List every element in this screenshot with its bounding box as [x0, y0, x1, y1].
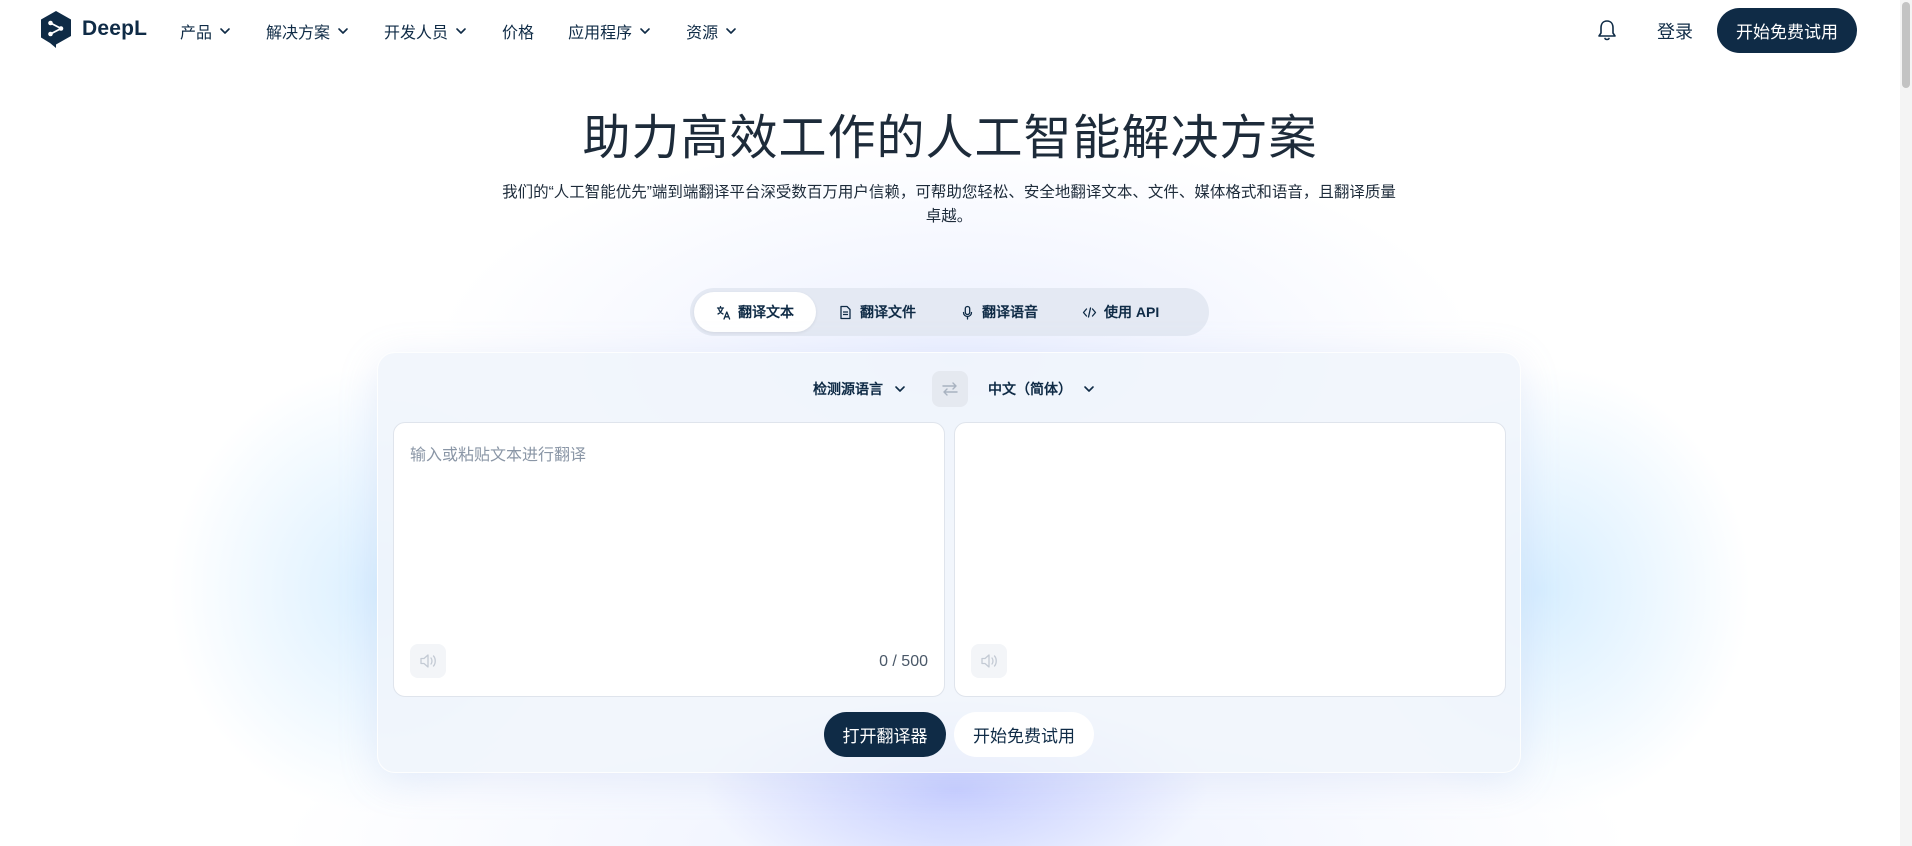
- page-scrollbar[interactable]: [1900, 0, 1912, 846]
- top-navigation: DeepL 产品 解决方案 开发人员 价格 应用程序 资源 登录 开始免费试用: [0, 0, 1900, 62]
- chevron-down-icon: [338, 28, 348, 34]
- character-counter: 0 / 500: [879, 653, 928, 670]
- logo-wordmark: DeepL: [82, 17, 148, 40]
- tab-label: 翻译语音: [982, 304, 1038, 320]
- microphone-icon: [962, 305, 973, 320]
- listen-target-button[interactable]: [971, 644, 1007, 678]
- speaker-icon: [420, 654, 436, 668]
- code-icon: [1082, 306, 1097, 318]
- source-language-label: 检测源语言: [813, 381, 883, 397]
- target-language-select[interactable]: 中文（简体）: [988, 379, 1096, 399]
- start-free-trial-button[interactable]: 开始免费试用: [1717, 8, 1857, 53]
- source-language-select[interactable]: 检测源语言: [813, 379, 907, 399]
- tab-label: 翻译文件: [860, 304, 916, 320]
- nav-item-label: 价格: [502, 25, 535, 42]
- chevron-down-icon: [895, 386, 905, 392]
- deepl-logo-icon: [41, 11, 71, 48]
- nav-item-label: 开发人员: [384, 25, 449, 42]
- page-title: 助力高效工作的人工智能解决方案: [582, 112, 1318, 165]
- panel-free-trial-button[interactable]: 开始免费试用: [954, 712, 1094, 757]
- swap-icon: [942, 382, 958, 396]
- nav-item-label: 资源: [686, 25, 719, 42]
- chevron-down-icon: [456, 28, 466, 34]
- login-link[interactable]: 登录: [1657, 18, 1693, 44]
- source-text-input[interactable]: [410, 441, 930, 631]
- deepl-logo[interactable]: DeepL: [39, 10, 147, 48]
- listen-source-button[interactable]: [410, 644, 446, 678]
- nav-item-products[interactable]: 产品: [180, 18, 232, 44]
- nav-item-solutions[interactable]: 解决方案: [266, 18, 350, 44]
- tab-label: 使用 API: [1104, 304, 1160, 320]
- tab-translate-speech[interactable]: 翻译语音: [938, 292, 1060, 332]
- target-language-label: 中文（简体）: [988, 381, 1072, 397]
- swap-languages-button[interactable]: [932, 371, 968, 407]
- tab-translate-files[interactable]: 翻译文件: [816, 292, 938, 332]
- nav-item-label: 解决方案: [266, 25, 331, 42]
- tab-translate-text[interactable]: 翻译文本: [694, 292, 816, 332]
- translation-mode-tabs: 翻译文本 翻译文件 翻译语音 使用 API: [690, 288, 1209, 336]
- bell-icon[interactable]: [1596, 18, 1618, 42]
- tab-label: 翻译文本: [738, 304, 794, 320]
- nav-item-pricing[interactable]: 价格: [502, 18, 534, 44]
- nav-item-label: 应用程序: [568, 25, 633, 42]
- page-subtitle: 我们的“人工智能优先”端到端翻译平台深受数百万用户信赖，可帮助您轻松、安全地翻译…: [502, 184, 1396, 225]
- source-text-box: 0 / 500: [393, 422, 945, 697]
- scrollbar-thumb[interactable]: [1902, 2, 1910, 88]
- main-nav: 产品 解决方案 开发人员 价格 应用程序 资源: [180, 18, 772, 44]
- chevron-down-icon: [1084, 386, 1094, 392]
- translate-icon: [716, 305, 731, 320]
- speaker-icon: [981, 654, 997, 668]
- nav-item-apps[interactable]: 应用程序: [568, 18, 652, 44]
- chevron-down-icon: [726, 28, 736, 34]
- chevron-down-icon: [220, 28, 230, 34]
- nav-item-label: 产品: [180, 25, 213, 42]
- target-text-box: [954, 422, 1506, 697]
- language-bar: 检测源语言 中文（简体）: [378, 371, 1522, 407]
- translator-panel: 检测源语言 中文（简体） 0 / 500: [377, 352, 1521, 773]
- nav-item-resources[interactable]: 资源: [686, 18, 738, 44]
- chevron-down-icon: [640, 28, 650, 34]
- nav-item-developers[interactable]: 开发人员: [384, 18, 468, 44]
- tab-use-api[interactable]: 使用 API: [1060, 292, 1181, 332]
- document-icon: [840, 305, 851, 319]
- open-translator-button[interactable]: 打开翻译器: [824, 712, 946, 757]
